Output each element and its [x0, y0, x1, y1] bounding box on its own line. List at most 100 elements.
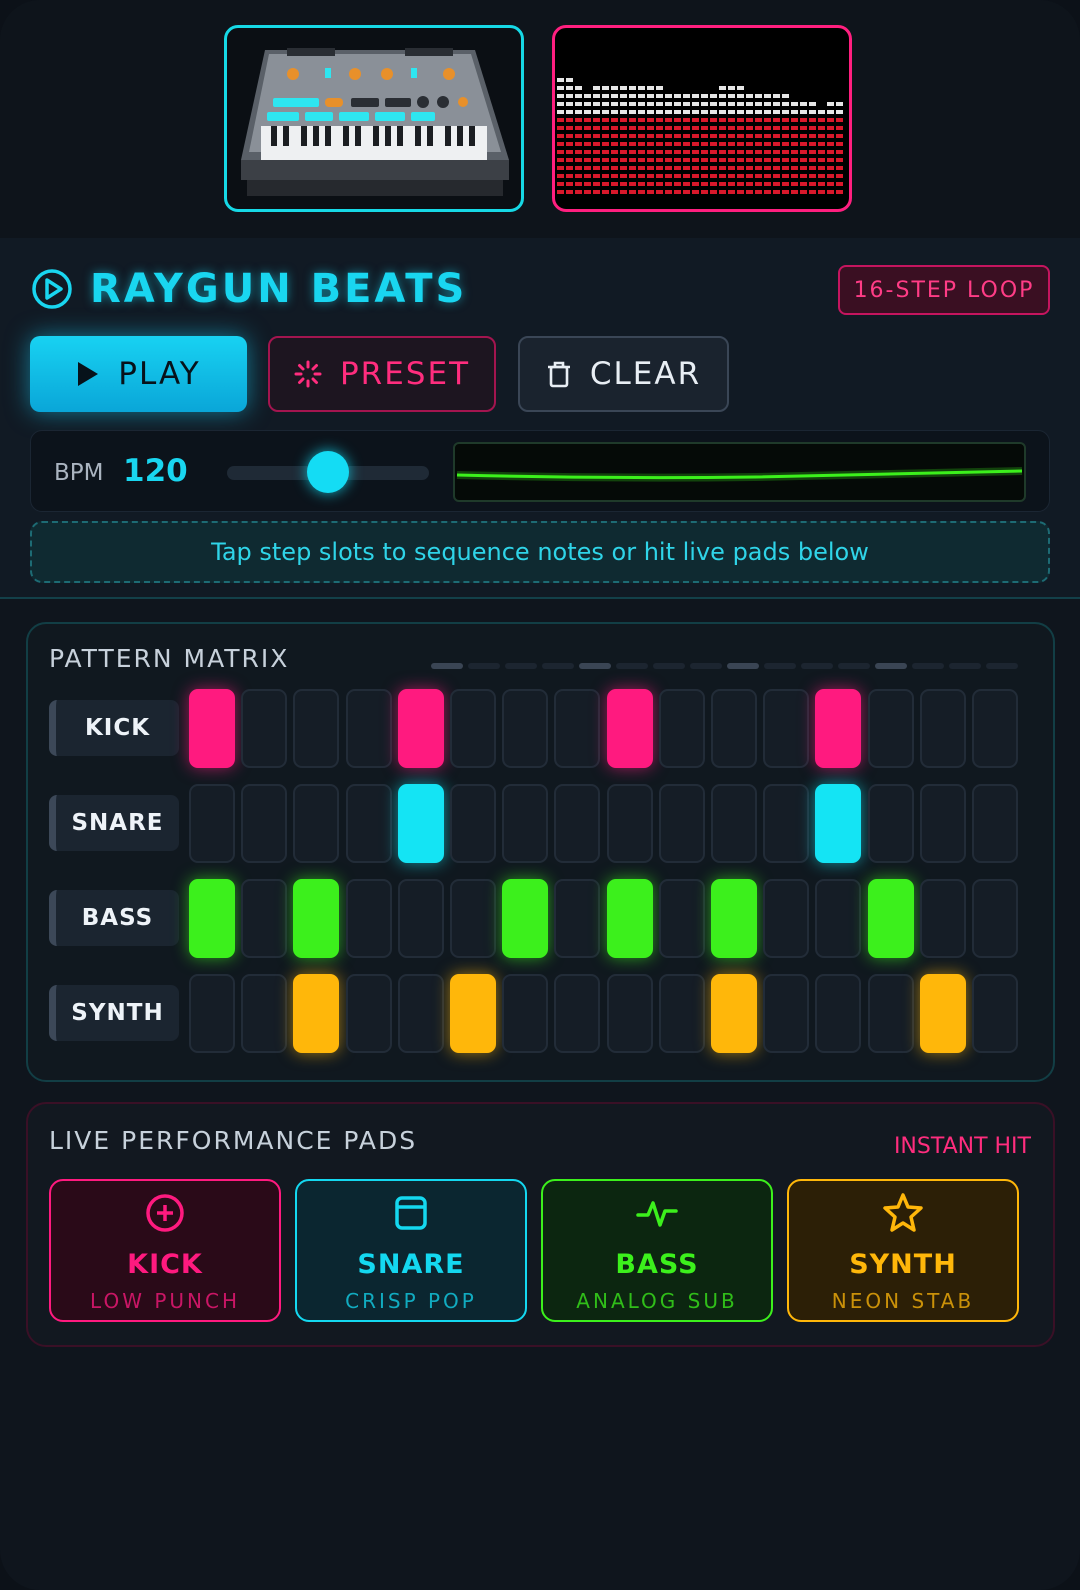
- step-bass-15[interactable]: [919, 879, 966, 958]
- step-bass-3[interactable]: [293, 879, 340, 958]
- step-bass-9[interactable]: [606, 879, 653, 958]
- step-synth-16[interactable]: [972, 974, 1018, 1053]
- step-snare-6[interactable]: [450, 784, 496, 863]
- step-kick-10[interactable]: [658, 689, 705, 768]
- preset-button-label: PRESET: [339, 356, 471, 392]
- step-bass-8[interactable]: [554, 879, 601, 958]
- step-kick-5[interactable]: [397, 689, 444, 768]
- step-kick-3[interactable]: [293, 689, 340, 768]
- step-kick-14[interactable]: [867, 689, 914, 768]
- step-snare-9[interactable]: [606, 784, 653, 863]
- step-snare-11[interactable]: [711, 784, 757, 863]
- step-synth-2[interactable]: [241, 974, 288, 1053]
- step-synth-1[interactable]: [189, 974, 235, 1053]
- step-snare-3[interactable]: [293, 784, 340, 863]
- step-indicator: [690, 663, 722, 669]
- step-snare-8[interactable]: [554, 784, 601, 863]
- step-kick-1[interactable]: [189, 689, 235, 768]
- step-snare-14[interactable]: [867, 784, 914, 863]
- step-snare-2[interactable]: [241, 784, 288, 863]
- step-synth-9[interactable]: [606, 974, 653, 1053]
- step-synth-11[interactable]: [711, 974, 757, 1053]
- play-button[interactable]: PLAY: [30, 336, 247, 412]
- step-kick-7[interactable]: [502, 689, 549, 768]
- step-kick-6[interactable]: [450, 689, 496, 768]
- step-bass-11[interactable]: [711, 879, 757, 958]
- step-kick-4[interactable]: [345, 689, 392, 768]
- step-kick-11[interactable]: [711, 689, 757, 768]
- step-indicator: [505, 663, 537, 669]
- step-kick-13[interactable]: [815, 689, 862, 768]
- pad-synth[interactable]: SYNTH NEON STAB: [787, 1179, 1019, 1322]
- instant-hit-label: INSTANT HIT: [893, 1134, 1031, 1159]
- step-snare-1[interactable]: [189, 784, 235, 863]
- step-synth-7[interactable]: [502, 974, 549, 1053]
- clear-button[interactable]: CLEAR: [518, 336, 729, 412]
- step-snare-16[interactable]: [972, 784, 1018, 863]
- step-synth-12[interactable]: [763, 974, 810, 1053]
- track-label-bass[interactable]: BASS: [49, 890, 179, 946]
- step-indicator: [579, 663, 611, 669]
- step-bass-10[interactable]: [658, 879, 705, 958]
- step-synth-15[interactable]: [919, 974, 966, 1053]
- step-bass-6[interactable]: [450, 879, 496, 958]
- step-bass-4[interactable]: [345, 879, 392, 958]
- step-bass-13[interactable]: [815, 879, 862, 958]
- pad-snare[interactable]: SNARE CRISP POP: [295, 1179, 527, 1322]
- app-title: RAYGUN BEATS: [90, 266, 468, 312]
- step-bass-5[interactable]: [397, 879, 444, 958]
- step-bass-12[interactable]: [763, 879, 810, 958]
- step-synth-10[interactable]: [658, 974, 705, 1053]
- live-pads-panel: LIVE PERFORMANCE PADS INSTANT HIT KICK LO…: [26, 1102, 1055, 1347]
- synth-keyboard-image[interactable]: [224, 25, 524, 212]
- step-snare-10[interactable]: [658, 784, 705, 863]
- preset-button[interactable]: PRESET: [268, 336, 496, 412]
- step-indicator: [986, 663, 1018, 669]
- live-pads-title: LIVE PERFORMANCE PADS: [49, 1126, 418, 1155]
- step-kick-8[interactable]: [554, 689, 601, 768]
- step-snare-7[interactable]: [502, 784, 549, 863]
- loop-length-badge: 16-STEP LOOP: [838, 265, 1050, 315]
- step-kick-9[interactable]: [606, 689, 653, 768]
- clear-button-label: CLEAR: [589, 356, 702, 392]
- step-snare-13[interactable]: [815, 784, 862, 863]
- app-frame: RAYGUN BEATS 16-STEP LOOP PLAY PRESET CL…: [0, 0, 1080, 1590]
- pad-bass[interactable]: BASS ANALOG SUB: [541, 1179, 773, 1322]
- spinner-icon: [294, 360, 322, 388]
- step-snare-15[interactable]: [919, 784, 966, 863]
- tempo-slider-knob[interactable]: [307, 451, 349, 493]
- track-label-snare[interactable]: SNARE: [49, 795, 179, 851]
- equalizer-image[interactable]: [552, 25, 852, 212]
- tempo-panel: BPM 120: [30, 430, 1050, 512]
- track-label-kick[interactable]: KICK: [49, 700, 179, 756]
- step-indicator: [727, 663, 759, 669]
- step-synth-3[interactable]: [293, 974, 340, 1053]
- track-label-synth[interactable]: SYNTH: [49, 985, 179, 1041]
- pad-kick[interactable]: KICK LOW PUNCH: [49, 1179, 281, 1322]
- step-bass-1[interactable]: [189, 879, 235, 958]
- step-bass-16[interactable]: [972, 879, 1018, 958]
- bpm-value: 120: [123, 453, 188, 489]
- step-bass-7[interactable]: [502, 879, 549, 958]
- step-bass-14[interactable]: [867, 879, 914, 958]
- step-bass-2[interactable]: [241, 879, 288, 958]
- step-indicator: [653, 663, 685, 669]
- step-kick-16[interactable]: [972, 689, 1018, 768]
- step-synth-5[interactable]: [397, 974, 444, 1053]
- step-snare-5[interactable]: [397, 784, 444, 863]
- step-synth-8[interactable]: [554, 974, 601, 1053]
- pad-subtitle: LOW PUNCH: [90, 1289, 240, 1313]
- step-synth-4[interactable]: [345, 974, 392, 1053]
- step-indicator: [542, 663, 574, 669]
- step-synth-13[interactable]: [815, 974, 862, 1053]
- step-indicator: [801, 663, 833, 669]
- step-synth-14[interactable]: [867, 974, 914, 1053]
- step-synth-6[interactable]: [450, 974, 496, 1053]
- instruction-hint: Tap step slots to sequence notes or hit …: [30, 521, 1050, 583]
- step-kick-12[interactable]: [763, 689, 810, 768]
- star-icon: [881, 1191, 925, 1235]
- step-snare-12[interactable]: [763, 784, 810, 863]
- step-snare-4[interactable]: [345, 784, 392, 863]
- step-kick-2[interactable]: [241, 689, 288, 768]
- step-kick-15[interactable]: [919, 689, 966, 768]
